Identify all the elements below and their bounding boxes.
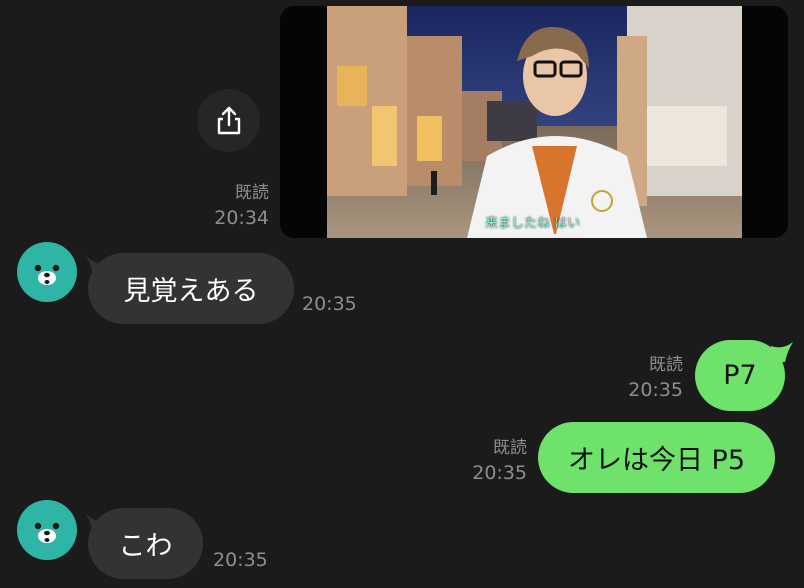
message-time: 20:35 xyxy=(213,549,268,571)
video-caption: 来ましたね はい xyxy=(485,216,581,231)
read-receipt: 既読 xyxy=(235,183,269,203)
message-time: 20:35 xyxy=(302,293,357,315)
message-time: 20:34 xyxy=(214,207,269,229)
share-icon xyxy=(217,106,240,134)
sender-avatar[interactable] xyxy=(17,242,77,302)
message-time: 20:35 xyxy=(628,379,683,401)
message-text: オレは今日 P5 xyxy=(567,445,746,476)
message-text: P7 xyxy=(723,360,757,391)
outgoing-message-meta: 既読 20:35 xyxy=(460,436,527,486)
sender-avatar[interactable] xyxy=(17,500,77,560)
read-receipt: 既読 xyxy=(493,438,527,458)
bear-avatar-icon xyxy=(34,522,60,543)
outgoing-message-bubble[interactable]: オレは今日 P5 xyxy=(538,422,775,493)
video-message[interactable]: 来ましたね はい xyxy=(280,6,788,238)
video-message-meta: 既読 20:34 xyxy=(200,181,269,231)
message-text: こわ xyxy=(118,531,173,562)
share-button[interactable] xyxy=(197,89,260,152)
outgoing-message-meta: 既読 20:35 xyxy=(612,353,683,403)
outgoing-bubble-tail xyxy=(771,342,793,362)
bear-avatar-icon xyxy=(34,264,60,285)
video-frame-image xyxy=(327,6,742,238)
message-text: 見覚えある xyxy=(123,276,259,307)
message-time: 20:35 xyxy=(472,462,527,484)
video-progress-bar xyxy=(468,234,578,237)
incoming-message-bubble[interactable]: こわ xyxy=(88,508,203,579)
read-receipt: 既読 xyxy=(649,355,683,375)
incoming-message-bubble[interactable]: 見覚えある xyxy=(88,253,294,324)
